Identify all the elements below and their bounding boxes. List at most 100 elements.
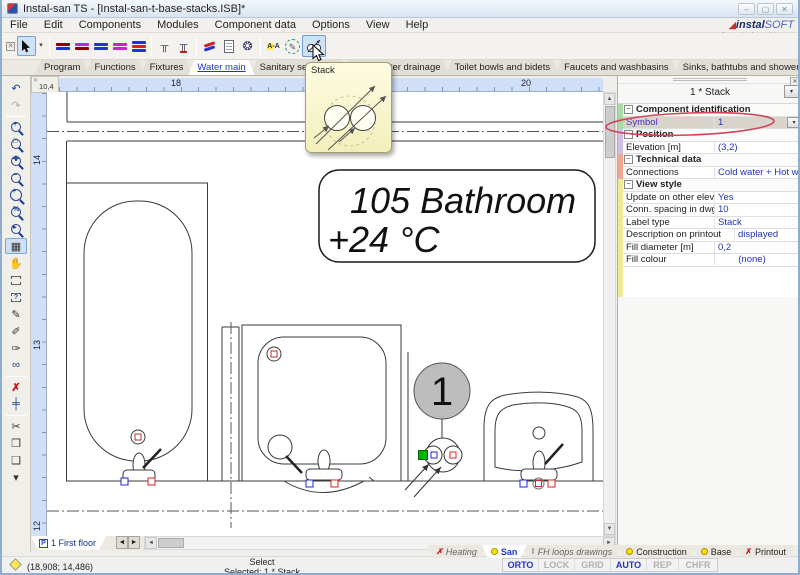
pipe-cold-button[interactable] bbox=[91, 36, 110, 56]
marquee-select-button[interactable] bbox=[5, 272, 27, 288]
property-row-update[interactable]: Update on other elev. Yes bbox=[623, 192, 800, 205]
pipe-section-double-button[interactable]: ╥ bbox=[174, 36, 193, 56]
mode-lock[interactable]: LOCK bbox=[539, 559, 575, 571]
property-row-description[interactable]: Description on printout displayed bbox=[623, 229, 800, 242]
select-tool-button[interactable] bbox=[17, 36, 36, 56]
property-row-fill-diameter[interactable]: Fill diameter [m] 0,2 bbox=[623, 242, 800, 255]
tab-toilet-bowls[interactable]: Toilet bowls and bidets bbox=[446, 60, 560, 75]
toolbar-grip[interactable]: ✕ bbox=[6, 42, 15, 51]
property-row-fill-colour[interactable]: Fill colour (none) bbox=[623, 254, 800, 267]
tab-functions[interactable]: Functions bbox=[85, 60, 144, 75]
menu-edit[interactable]: Edit bbox=[36, 19, 71, 31]
cold-water-connection[interactable] bbox=[121, 478, 128, 485]
menu-modules[interactable]: Modules bbox=[149, 19, 207, 31]
layer-tab-san[interactable]: San bbox=[482, 545, 527, 558]
undo-button[interactable]: ↶ bbox=[5, 80, 27, 96]
pipe-cold-hot-button[interactable] bbox=[53, 36, 72, 56]
zoom-scale-button[interactable]: % bbox=[5, 204, 27, 220]
zoom-selection-button[interactable]: ▸ bbox=[5, 221, 27, 237]
property-row-connections[interactable]: Connections Cold water + Hot water bbox=[623, 167, 800, 180]
cold-water-connection[interactable] bbox=[306, 480, 313, 487]
style-brush-button[interactable]: ✑ bbox=[5, 340, 27, 356]
pipe-hot-button[interactable] bbox=[110, 36, 129, 56]
paste-button[interactable]: ❑ bbox=[5, 452, 27, 468]
pipe-section-button[interactable]: ╥ bbox=[155, 36, 174, 56]
drawing-canvas[interactable]: 105 Bathroom +24 °C 1 bbox=[47, 92, 603, 536]
delete-button[interactable]: ✗ bbox=[5, 379, 27, 395]
hot-water-connection[interactable] bbox=[331, 480, 338, 487]
zoom-in-button[interactable]: + bbox=[5, 119, 27, 135]
symbol-dropdown[interactable]: ▾ bbox=[787, 117, 800, 128]
section-marks-button[interactable]: A-A bbox=[264, 36, 283, 56]
property-row-symbol[interactable]: Symbol 1 ▾ bbox=[623, 117, 800, 130]
hot-water-connection[interactable] bbox=[548, 480, 555, 487]
edit-circle-button[interactable]: ✎ bbox=[283, 36, 302, 56]
cold-water-connection[interactable] bbox=[520, 480, 527, 487]
mode-orto[interactable]: ORTO bbox=[503, 559, 539, 571]
zoom-dynamic-button[interactable]: ✚ bbox=[5, 153, 27, 169]
menu-component-data[interactable]: Component data bbox=[207, 19, 304, 31]
pipe-circulation-button[interactable] bbox=[72, 36, 91, 56]
collapse-icon[interactable]: − bbox=[624, 180, 633, 189]
dock-close-icon[interactable]: ✕ bbox=[33, 77, 38, 84]
selection-handle[interactable] bbox=[419, 451, 428, 460]
riser-pair-button[interactable] bbox=[200, 36, 219, 56]
pipe-triple-button[interactable] bbox=[129, 36, 148, 56]
drawing-area[interactable]: 105 Bathroom +24 °C 1 bbox=[47, 92, 603, 536]
room-label[interactable]: 105 Bathroom +24 °C bbox=[319, 170, 595, 262]
shower-tray[interactable] bbox=[242, 325, 401, 493]
layer-tab-construction[interactable]: Construction bbox=[617, 545, 696, 558]
property-row-elevation[interactable]: Elevation [m] (3,2) bbox=[623, 142, 800, 155]
collapse-icon[interactable]: − bbox=[624, 105, 633, 114]
canvas-vertical-scrollbar[interactable]: ▲ ▼ bbox=[603, 92, 616, 536]
zoom-window-button[interactable]: □ bbox=[5, 136, 27, 152]
mode-chfr[interactable]: CHFR bbox=[679, 559, 717, 571]
format-painter-button[interactable]: ✐ bbox=[5, 323, 27, 339]
tab-program[interactable]: Program bbox=[35, 60, 89, 75]
close-button[interactable]: ✕ bbox=[776, 3, 793, 15]
maximize-button[interactable]: ▢ bbox=[757, 3, 774, 15]
minimize-button[interactable]: – bbox=[738, 3, 755, 15]
panels-toggle-button[interactable]: ▦ bbox=[5, 238, 27, 254]
tab-water-main[interactable]: Water main bbox=[188, 60, 254, 75]
gear-component-button[interactable]: ❂ bbox=[238, 36, 257, 56]
selection-dropdown[interactable]: ▾ bbox=[784, 85, 799, 98]
collapse-icon[interactable]: − bbox=[624, 130, 633, 139]
scroll-up-arrow[interactable]: ▲ bbox=[604, 93, 615, 105]
washbasin[interactable] bbox=[484, 392, 593, 489]
next-sheet-button[interactable]: ► bbox=[128, 536, 140, 549]
stack-symbol[interactable]: 1 bbox=[405, 363, 470, 497]
layer-tab-heating[interactable]: ✗Heating bbox=[427, 545, 486, 558]
tab-sinks-bathtubs-showers[interactable]: Sinks, bathtubs and showers bbox=[674, 60, 800, 75]
edit-button[interactable]: ✎ bbox=[5, 306, 27, 322]
horizontal-scroll-thumb[interactable] bbox=[158, 538, 184, 548]
layer-tab-fh-loops[interactable]: ‖FH loops drawings bbox=[522, 545, 621, 558]
menu-components[interactable]: Components bbox=[71, 19, 149, 31]
menu-file[interactable]: File bbox=[2, 19, 36, 31]
menu-help[interactable]: Help bbox=[398, 19, 437, 31]
property-row-label-type[interactable]: Label type Stack bbox=[623, 217, 800, 230]
floor-tab[interactable]: P 1 First floor bbox=[31, 536, 106, 550]
select-tool-dropdown[interactable]: ▾ bbox=[36, 36, 46, 56]
menu-options[interactable]: Options bbox=[304, 19, 358, 31]
property-row-conn-spacing[interactable]: Conn. spacing in dwg. 10 bbox=[623, 204, 800, 217]
layer-tab-base[interactable]: Base bbox=[692, 545, 741, 558]
mode-grid[interactable]: GRID bbox=[575, 559, 611, 571]
panel-grip[interactable]: ✕ bbox=[618, 76, 800, 84]
scroll-down-arrow[interactable]: ▼ bbox=[604, 523, 615, 535]
more-tools-button[interactable]: ▾ bbox=[5, 469, 27, 485]
redo-button[interactable]: ↷ bbox=[5, 97, 27, 113]
scroll-left-arrow[interactable]: ◄ bbox=[145, 537, 157, 549]
tab-faucets-washbasins[interactable]: Faucets and washbasins bbox=[555, 60, 678, 75]
vertical-scroll-thumb[interactable] bbox=[605, 106, 615, 158]
mode-auto[interactable]: AUTO bbox=[611, 559, 647, 571]
mode-rep[interactable]: REP bbox=[647, 559, 679, 571]
remote-component-button[interactable] bbox=[219, 36, 238, 56]
copy-button[interactable]: ❐ bbox=[5, 435, 27, 451]
zoom-out-button[interactable]: − bbox=[5, 170, 27, 186]
bathtub[interactable] bbox=[67, 183, 208, 485]
find-button[interactable]: ∞ bbox=[5, 357, 27, 373]
disconnect-button[interactable]: ╪ bbox=[5, 396, 27, 412]
cut-button[interactable]: ✂ bbox=[5, 418, 27, 434]
zoom-extents-button[interactable]: + bbox=[5, 187, 27, 203]
